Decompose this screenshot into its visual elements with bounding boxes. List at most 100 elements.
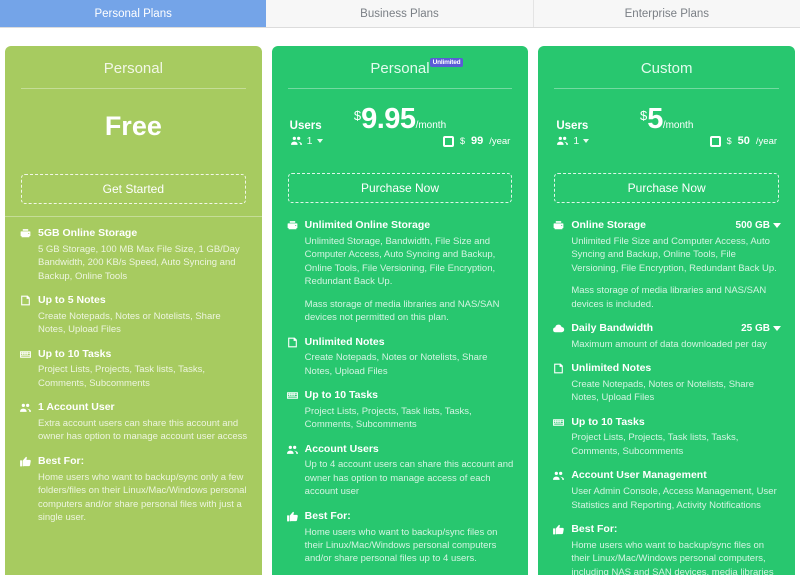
yearly-checkbox[interactable]	[710, 136, 721, 147]
purchase-now-button[interactable]: Purchase Now	[288, 173, 513, 203]
purchase-now-button[interactable]: Purchase Now	[554, 173, 779, 203]
plan-name: Personal	[104, 60, 163, 77]
feature-title: Best For:	[571, 523, 781, 537]
feature-description: Home users who want to backup/sync only …	[19, 471, 248, 525]
users-count-dropdown[interactable]: 1	[556, 134, 589, 147]
feature-title: Account User Management	[571, 469, 781, 483]
plan-name: PersonalUnlimited	[370, 60, 429, 77]
feature-item: Account UsersUp to 4 account users can s…	[286, 443, 515, 499]
cloud-storage-icon	[286, 219, 299, 232]
yearly-checkbox[interactable]	[443, 136, 454, 147]
feature-title: Daily Bandwidth	[571, 322, 735, 336]
feature-description: Up to 4 account users can share this acc…	[286, 458, 515, 498]
feature-header: Up to 5 Notes	[19, 294, 248, 308]
feature-description: 5 GB Storage, 100 MB Max File Size, 1 GB…	[19, 243, 248, 283]
users-count-dropdown[interactable]: 1	[290, 134, 323, 147]
users-icon	[19, 401, 32, 414]
feature-description: Project Lists, Projects, Task lists, Tas…	[552, 431, 781, 458]
feature-description: Project Lists, Projects, Task lists, Tas…	[286, 405, 515, 432]
feature-list: 5GB Online Storage 5 GB Storage, 100 MB M…	[5, 216, 262, 525]
card-header: PersonalUnlimited	[272, 46, 529, 88]
price-period: /month	[416, 120, 447, 131]
feature-title: 1 Account User	[38, 401, 248, 415]
yearly-currency: $	[727, 136, 732, 146]
users-count-value: 1	[307, 135, 313, 147]
thumbs-up-icon	[19, 455, 32, 468]
thumbs-up-icon	[286, 510, 299, 523]
plan-name-text: Personal	[370, 60, 429, 77]
plan-badge: Unlimited	[430, 58, 464, 67]
thumbs-up-icon	[552, 523, 565, 536]
feature-header: Up to 10 Tasks	[286, 389, 515, 403]
feature-description: Create Notepads, Notes or Notelists, Sha…	[552, 378, 781, 405]
pricing-card-personal-0: Personal Free Get Started 5GB Online Storag…	[5, 46, 262, 575]
users-icon	[286, 443, 299, 456]
feature-item: Up to 10 Tasks Project Lists, Projects, T…	[286, 389, 515, 432]
feature-header: 5GB Online Storage	[19, 227, 248, 241]
price-zone: Free	[5, 89, 262, 164]
feature-description: Create Notepads, Notes or Notelists, Sha…	[19, 310, 248, 337]
users-count-value: 1	[573, 135, 579, 147]
feature-header: Online Storage 500 GB	[552, 219, 781, 233]
card-header: Custom	[538, 46, 795, 88]
notes-icon	[19, 294, 32, 307]
feature-item: Best For: Home users who want to backup/s…	[286, 510, 515, 566]
feature-item: Unlimited Online Storage Unlimited Storag…	[286, 219, 515, 325]
feature-header: Up to 10 Tasks	[552, 416, 781, 430]
feature-item: Up to 10 TasksProject Lists, Projects, T…	[552, 416, 781, 459]
get-started-button[interactable]: Get Started	[21, 174, 246, 204]
feature-description: Unlimited Storage, Bandwidth, File Size …	[286, 235, 515, 289]
feature-header: Up to 10 Tasks	[19, 348, 248, 362]
users-selector-block: Users1	[556, 120, 589, 147]
yearly-currency: $	[460, 136, 465, 146]
feature-title: Unlimited Online Storage	[305, 219, 515, 233]
feature-description: Unlimited File Size and Computer Access,…	[552, 235, 781, 275]
notes-icon	[552, 362, 565, 375]
price-zone: $9.95/monthUsers1$99/year	[272, 89, 529, 163]
feature-title: Best For:	[38, 455, 248, 469]
price-currency: $	[640, 108, 647, 123]
plan-name-text: Custom	[641, 60, 693, 77]
feature-title: 5GB Online Storage	[38, 227, 248, 241]
notes-icon	[286, 336, 299, 349]
plan-name: Custom	[641, 60, 693, 77]
cloud-storage-icon	[19, 227, 32, 240]
price-amount: 9.95	[361, 103, 415, 135]
tab-enterprise-plans[interactable]: Enterprise Plans	[534, 0, 800, 27]
feature-header: Daily Bandwidth 25 GB	[552, 322, 781, 336]
price-currency: $	[354, 108, 361, 123]
feature-header: Account User Management	[552, 469, 781, 483]
price-zone: $5/monthUsers1$50/year	[538, 89, 795, 163]
feature-value-dropdown[interactable]: 25 GB	[741, 322, 781, 335]
feature-item: Account User Management User Admin Consol…	[552, 469, 781, 512]
users-label: Users	[290, 120, 323, 132]
feature-description: Project Lists, Projects, Task lists, Tas…	[19, 363, 248, 390]
feature-title: Up to 10 Tasks	[571, 416, 781, 430]
feature-description: User Admin Console, Access Management, U…	[552, 485, 781, 512]
feature-item: Daily Bandwidth 25 GB Maximum amount of da…	[552, 322, 781, 351]
feature-description: Home users who want to backup/sync files…	[286, 526, 515, 566]
tab-label: Business Plans	[360, 8, 439, 20]
feature-header: Best For:	[552, 523, 781, 537]
pricing-card-custom-2: Custom$5/monthUsers1$50/yearPurchase Now…	[538, 46, 795, 575]
plan-name-text: Personal	[104, 60, 163, 77]
feature-title: Account Users	[305, 443, 515, 457]
yearly-amount: 50	[738, 135, 750, 147]
feature-title: Online Storage	[571, 219, 729, 233]
tab-business-plans[interactable]: Business Plans	[266, 0, 533, 27]
feature-item: Unlimited NotesCreate Notepads, Notes or…	[286, 336, 515, 379]
feature-list: Unlimited Online Storage Unlimited Storag…	[272, 215, 529, 566]
tasks-icon	[19, 348, 32, 361]
feature-item: 1 Account User Extra account users can sh…	[19, 401, 248, 444]
feature-title: Up to 5 Notes	[38, 294, 248, 308]
feature-header: Unlimited Notes	[552, 362, 781, 376]
feature-item: Best For:Home users who want to backup/s…	[552, 523, 781, 575]
feature-description: Extra account users can share this accou…	[19, 417, 248, 444]
feature-item: Up to 10 TasksProject Lists, Projects, T…	[19, 348, 248, 391]
feature-value-dropdown[interactable]: 500 GB	[736, 219, 781, 232]
feature-description: Maximum amount of data downloaded per da…	[552, 338, 781, 351]
users-selector-block: Users 1	[290, 120, 323, 147]
tasks-icon	[552, 416, 565, 429]
tab-personal-plans[interactable]: Personal Plans	[0, 0, 266, 27]
feature-header: Best For:	[286, 510, 515, 524]
